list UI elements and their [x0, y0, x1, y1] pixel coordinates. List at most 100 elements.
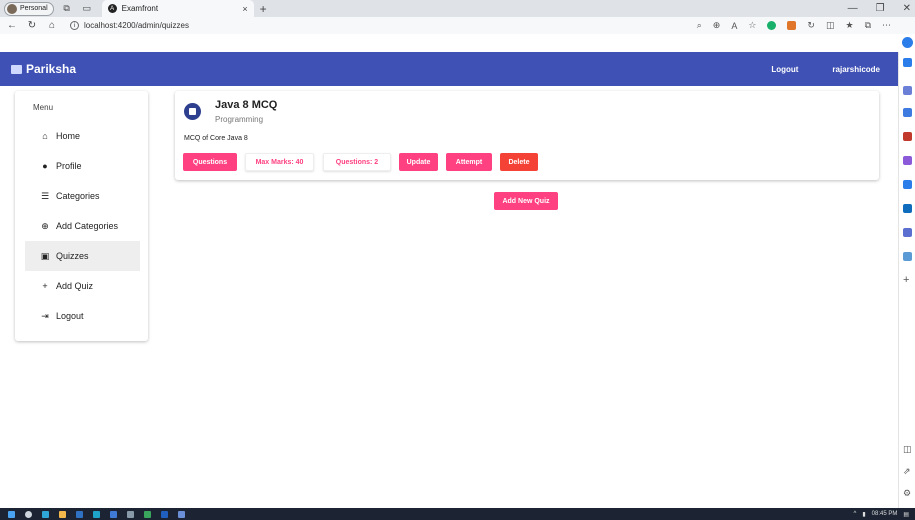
navbar-actions: Logout rajarshicode — [771, 65, 880, 74]
zoom-icon[interactable]: ⊕ — [713, 20, 721, 31]
site-info-icon[interactable]: i — [70, 21, 79, 30]
sidebar-item-label: Quizzes — [56, 251, 89, 261]
quiz-icon: ▣ — [40, 250, 50, 261]
sidebar-layout-icon[interactable]: ◫ — [903, 444, 912, 455]
drop-icon[interactable] — [903, 252, 912, 261]
read-aloud-icon[interactable]: A — [731, 21, 737, 31]
quiz-title: Java 8 MCQ — [215, 99, 278, 111]
tab-close-icon[interactable]: × — [242, 4, 247, 14]
more-options-icon[interactable]: ⋯ — [882, 20, 891, 31]
delete-button[interactable]: Delete — [500, 153, 538, 171]
username-button[interactable]: rajarshicode — [832, 65, 880, 74]
brand-title[interactable]: Pariksha — [26, 62, 76, 76]
new-tab-icon[interactable]: + — [260, 2, 267, 16]
back-icon[interactable]: ← — [4, 20, 20, 31]
settings-gear-icon[interactable]: ⚙ — [903, 488, 911, 499]
sidebar-menu: Menu ⌂ Home ● Profile ☰ Categories ⊕ Add… — [15, 91, 148, 341]
logout-icon: ⇥ — [41, 310, 49, 321]
store-icon[interactable] — [110, 510, 117, 518]
sidebar-item-add-categories[interactable]: ⊕ Add Categories — [25, 211, 140, 241]
sidebar-item-label: Home — [56, 131, 81, 141]
quiz-category: Programming — [215, 115, 264, 124]
url-field[interactable]: i localhost:4200/admin/quizzes — [70, 21, 189, 30]
sidebar-item-categories[interactable]: ☰ Categories — [25, 181, 140, 211]
address-bar-actions: ⌕ ⊕ A ☆ ↻ ◫ ★ ⧉ ⋯ — [697, 17, 891, 34]
browser-tab-bar: Personal ⧉ ▭ A Examfront × + — ❐ ✕ — [0, 0, 915, 17]
questions-button[interactable]: Questions — [183, 153, 237, 171]
menu-title: Menu — [33, 103, 54, 112]
tools-icon[interactable] — [903, 108, 912, 117]
windows-start-icon[interactable] — [8, 510, 15, 518]
designer-icon[interactable] — [903, 228, 912, 237]
sidebar-item-profile[interactable]: ● Profile — [25, 151, 140, 181]
tab-actions-icon[interactable]: ▭ — [80, 2, 94, 16]
metamask-extension-icon[interactable] — [787, 21, 797, 30]
home-icon: ⌂ — [42, 131, 48, 141]
logout-button[interactable]: Logout — [771, 65, 798, 74]
sidebar-item-add-quiz[interactable]: + Add Quiz — [25, 271, 140, 301]
update-button[interactable]: Update — [399, 153, 438, 171]
close-window-icon[interactable]: ✕ — [903, 3, 911, 14]
attempt-button[interactable]: Attempt — [446, 153, 492, 171]
vscode-icon[interactable] — [76, 510, 83, 518]
minimize-icon[interactable]: — — [848, 3, 858, 14]
profile-label: Personal — [20, 5, 48, 12]
sidebar-item-logout[interactable]: ⇥ Logout — [25, 301, 140, 331]
sidebar-item-label: Logout — [56, 311, 84, 321]
open-external-icon[interactable]: ⇗ — [903, 466, 911, 477]
favorites-icon[interactable]: ★ — [845, 20, 853, 31]
sidebar-item-quizzes[interactable]: ▣ Quizzes — [25, 241, 140, 271]
favorite-star-icon[interactable]: ☆ — [748, 20, 756, 31]
question-count-button[interactable]: Questions: 2 — [323, 153, 391, 171]
outlook-icon[interactable] — [903, 204, 912, 213]
profile-avatar — [7, 3, 17, 14]
url-text: localhost:4200/admin/quizzes — [84, 21, 189, 30]
calendar-icon — [189, 108, 196, 115]
refresh-ext-icon[interactable]: ↻ — [807, 20, 815, 31]
edge-taskbar-icon[interactable] — [93, 510, 100, 518]
notifications-icon[interactable]: ▤ — [903, 511, 909, 518]
system-tray: ^ ▮ 08:45 PM ▤ — [854, 508, 910, 520]
tray-chevron-icon[interactable]: ^ — [854, 511, 857, 517]
edge-sidebar: + ◫ ⇗ ⚙ — [898, 52, 915, 508]
app-icon[interactable] — [178, 510, 185, 518]
split-screen-icon[interactable]: ◫ — [826, 20, 835, 31]
home-browser-icon[interactable]: ⌂ — [44, 20, 60, 31]
window-controls: — ❐ ✕ — [848, 0, 911, 17]
browser-tab-examfront[interactable]: A Examfront × — [101, 0, 254, 17]
network-icon[interactable]: ▮ — [862, 511, 865, 518]
search-sidebar-icon[interactable] — [903, 86, 912, 95]
grammarly-extension-icon[interactable] — [767, 21, 777, 30]
windows-taskbar: ^ ▮ 08:45 PM ▤ — [0, 508, 915, 520]
terminal-icon[interactable] — [127, 510, 134, 518]
notification-icon[interactable] — [903, 58, 912, 67]
copilot-icon[interactable] — [902, 37, 913, 48]
clock[interactable]: 08:45 PM — [872, 511, 898, 517]
angular-favicon-icon: A — [107, 4, 117, 13]
vs-icon[interactable] — [161, 510, 168, 518]
sidebar-item-label: Add Categories — [56, 221, 119, 231]
search-page-icon[interactable]: ⌕ — [697, 20, 702, 31]
address-bar: ← ↻ ⌂ i localhost:4200/admin/quizzes ⌕ ⊕… — [0, 17, 915, 48]
sidebar-item-home[interactable]: ⌂ Home — [25, 121, 140, 151]
excel-icon[interactable] — [144, 510, 151, 518]
office-icon[interactable] — [903, 180, 912, 189]
search-icon[interactable] — [25, 510, 32, 518]
collections-icon[interactable]: ⧉ — [865, 20, 871, 31]
file-explorer-icon[interactable] — [59, 510, 66, 518]
shopping-icon[interactable] — [903, 132, 912, 141]
profile-icon: ● — [42, 161, 48, 171]
sidebar-item-label: Profile — [56, 161, 82, 171]
quiz-avatar — [184, 103, 201, 120]
games-icon[interactable] — [903, 156, 912, 165]
refresh-icon[interactable]: ↻ — [24, 20, 40, 31]
restore-icon[interactable]: ❐ — [876, 3, 885, 14]
max-marks-button[interactable]: Max Marks: 40 — [245, 153, 314, 171]
list-icon: ☰ — [40, 190, 50, 201]
add-new-quiz-button[interactable]: Add New Quiz — [494, 192, 558, 210]
workspaces-icon[interactable]: ⧉ — [60, 2, 74, 16]
profile-button[interactable]: Personal — [4, 1, 54, 16]
chrome-icon[interactable] — [42, 510, 49, 518]
app-navbar: Pariksha Logout rajarshicode — [0, 52, 898, 86]
add-sidebar-icon[interactable]: + — [903, 274, 909, 286]
